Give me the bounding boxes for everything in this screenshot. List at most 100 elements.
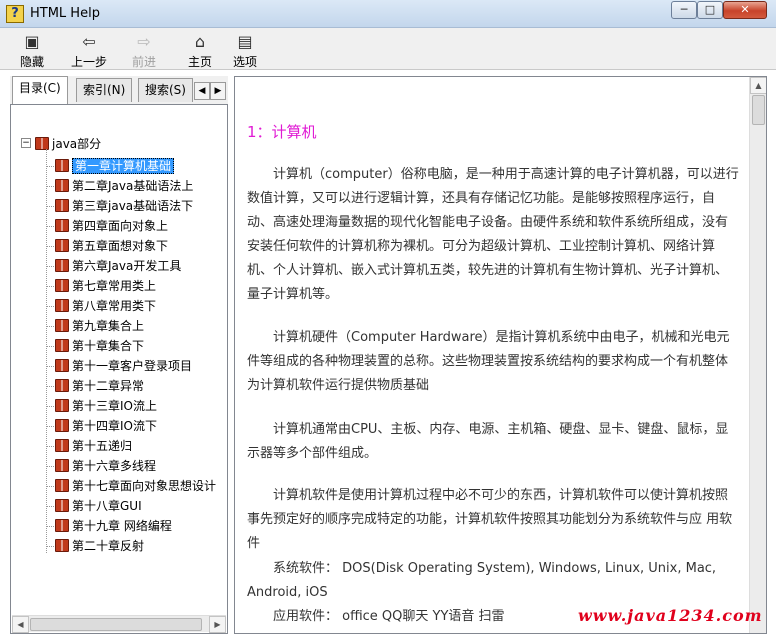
tree-item-label: 第十九章 网络编程 — [72, 519, 172, 533]
tree-branch-line — [46, 346, 54, 347]
tree-item-label: 第八章常用类下 — [72, 299, 157, 313]
toolbar: ▣ 隐藏 ⇦ 上一步 ⇨ 前进 ⌂ 主页 ▤ 选项 — [0, 28, 776, 70]
book-icon — [55, 359, 69, 372]
watermark: www.java1234.com — [578, 606, 763, 625]
tree-item[interactable]: 第三章java基础语法下 — [46, 197, 194, 215]
tree-item[interactable]: 第二十章反射 — [46, 537, 145, 555]
options-button[interactable]: ▤ 选项 — [233, 32, 257, 70]
book-icon — [55, 519, 69, 532]
paragraph-components: 计算机通常由CPU、主板、内存、电源、主机箱、硬盘、显卡、键盘、鼠标，显示器等多… — [247, 422, 729, 461]
book-icon — [55, 539, 69, 552]
book-icon — [55, 399, 69, 412]
tree-item-label: 第十七章面向对象思想设计 — [72, 479, 217, 493]
tree-branch-line — [46, 266, 54, 267]
tree-item-label: 第十三章IO流上 — [72, 399, 157, 413]
tree-item[interactable]: 第五章面想对象下 — [46, 237, 169, 255]
tree-branch-line — [46, 286, 54, 287]
navigation-pane: 目录(C) 索引(N) 搜索(S) ◀ ▶ − java部分 第一章计算机基础第… — [10, 76, 228, 634]
tab-scroll-right-icon[interactable]: ▶ — [210, 82, 226, 100]
scroll-left-icon[interactable]: ◀ — [12, 616, 29, 633]
tree-branch-line — [46, 386, 54, 387]
contents-tree: − java部分 第一章计算机基础第二章Java基础语法上第三章java基础语法… — [10, 104, 228, 634]
tab-index[interactable]: 索引(N) — [76, 78, 133, 102]
book-icon — [55, 279, 69, 292]
hide-icon: ▣ — [24, 32, 40, 51]
hide-button[interactable]: ▣ 隐藏 — [20, 32, 44, 70]
tree-item[interactable]: 第十章集合下 — [46, 337, 145, 355]
tree-item[interactable]: 第十七章面向对象思想设计 — [46, 477, 217, 495]
tree-item-label: 第十四章IO流下 — [72, 419, 157, 433]
minimize-button[interactable]: ─ — [671, 1, 697, 19]
scroll-right-icon[interactable]: ▶ — [209, 616, 226, 633]
close-button[interactable]: ✕ — [723, 1, 767, 19]
tree-branch-line — [46, 246, 54, 247]
book-icon — [55, 259, 69, 272]
tree-item-label: 第十八章GUI — [72, 499, 142, 513]
tree-branch-line — [46, 366, 54, 367]
book-icon — [55, 439, 69, 452]
tree-branch-line — [46, 506, 54, 507]
paragraph-computer: 计算机（computer）俗称电脑，是一种用于高速计算的电子计算机器，可以进行数… — [247, 167, 739, 302]
scroll-up-icon[interactable]: ▲ — [750, 77, 766, 94]
tab-contents[interactable]: 目录(C) — [12, 76, 68, 104]
tree-item[interactable]: 第十九章 网络编程 — [46, 517, 172, 535]
horizontal-scrollbar[interactable]: ◀ ▶ — [12, 615, 226, 633]
paragraph-hardware: 计算机硬件（Computer Hardware）是指计算机系统中由电子，机械和光… — [247, 330, 730, 393]
tree-item-label: 第一章计算机基础 — [72, 158, 175, 174]
tree-item[interactable]: 第一章计算机基础 — [46, 157, 175, 175]
collapse-icon[interactable]: − — [21, 138, 31, 148]
forward-icon: ⇨ — [137, 32, 151, 51]
title-bar: ? HTML Help ─ □ ✕ — [0, 0, 776, 28]
tree-branch-line — [46, 446, 54, 447]
tree-item-label: 第三章java基础语法下 — [72, 199, 194, 213]
tree-item-label: 第五章面想对象下 — [72, 239, 169, 253]
tree-branch-line — [46, 186, 54, 187]
vertical-scrollbar[interactable]: ▲ — [749, 77, 766, 633]
tree-item[interactable]: 第十五递归 — [46, 437, 132, 455]
vertical-scroll-thumb[interactable] — [752, 95, 765, 125]
tree-item[interactable]: 第十四章IO流下 — [46, 417, 157, 435]
tree-item[interactable]: 第十八章GUI — [46, 497, 142, 515]
tree-item[interactable]: 第十二章异常 — [46, 377, 145, 395]
tree-guide-line — [46, 149, 47, 553]
tree-item[interactable]: 第四章面向对象上 — [46, 217, 168, 235]
paragraph-system-software: 系统软件： DOS(Disk Operating System), Window… — [247, 561, 717, 600]
book-icon — [55, 199, 69, 212]
back-button[interactable]: ⇦ 上一步 — [71, 32, 107, 70]
tree-branch-line — [46, 326, 54, 327]
tree-item[interactable]: 第十三章IO流上 — [46, 397, 157, 415]
tree-item[interactable]: 第二章Java基础语法上 — [46, 177, 193, 195]
home-button[interactable]: ⌂ 主页 — [188, 32, 212, 70]
book-icon — [55, 219, 69, 232]
tab-scroll-left-icon[interactable]: ◀ — [194, 82, 210, 100]
back-icon: ⇦ — [82, 32, 96, 51]
nav-tabs: 目录(C) 索引(N) 搜索(S) ◀ ▶ — [10, 76, 228, 104]
tree-item-label: 第九章集合上 — [72, 319, 145, 333]
home-icon: ⌂ — [194, 32, 206, 51]
tree-item[interactable]: 第十六章多线程 — [46, 457, 156, 475]
tree-item[interactable]: 第九章集合上 — [46, 317, 145, 335]
book-icon — [55, 239, 69, 252]
tree-item-label: 第二十章反射 — [72, 539, 145, 553]
tree-item-label: 第十二章异常 — [72, 379, 145, 393]
tree-branch-line — [46, 306, 54, 307]
tree-branch-line — [46, 526, 54, 527]
tree-item[interactable]: 第六章Java开发工具 — [46, 257, 181, 275]
book-icon — [55, 419, 69, 432]
options-icon: ▤ — [237, 32, 253, 51]
book-icon — [55, 319, 69, 332]
tree-branch-line — [46, 406, 54, 407]
tree-branch-line — [46, 166, 54, 167]
book-icon — [55, 459, 69, 472]
maximize-button[interactable]: □ — [697, 1, 723, 19]
tree-root[interactable]: java部分 — [35, 135, 101, 153]
tree-item[interactable]: 第十一章客户登录项目 — [46, 357, 192, 375]
tree-item[interactable]: 第七章常用类上 — [46, 277, 156, 295]
forward-button[interactable]: ⇨ 前进 — [132, 32, 156, 70]
scroll-thumb[interactable] — [30, 618, 202, 631]
tree-item[interactable]: 第八章常用类下 — [46, 297, 157, 315]
tab-search[interactable]: 搜索(S) — [138, 78, 193, 102]
tree-item-label: 第十章集合下 — [72, 339, 145, 353]
paragraph-software: 计算机软件是使用计算机过程中必不可少的东西，计算机软件可以使计算机按照事先预定好… — [247, 488, 733, 551]
book-icon — [55, 299, 69, 312]
